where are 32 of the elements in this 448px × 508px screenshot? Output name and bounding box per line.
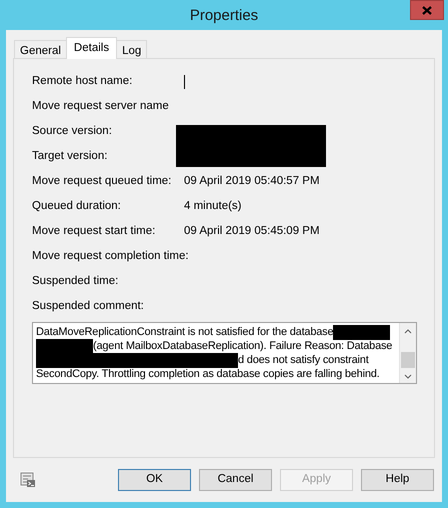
comment-text: (agent MailboxDatabaseReplication). Failure Reason: Database xyxy=(93,338,392,354)
field-value: 09 April 2019 05:40:57 PM xyxy=(184,174,320,189)
comment-text: d does not satisfy constraint xyxy=(238,352,369,368)
text-cursor xyxy=(184,74,185,88)
redaction-bar xyxy=(333,324,390,340)
field-label: Move request start time: xyxy=(32,224,156,239)
console-icon[interactable] xyxy=(20,472,36,488)
comment-text: SecondCopy. Throttling completion as database copies are falling behind. xyxy=(36,366,380,382)
close-button[interactable] xyxy=(410,0,444,20)
scrollbar[interactable] xyxy=(399,323,416,383)
field-label: Source version: xyxy=(32,124,113,139)
field-label: Queued duration: xyxy=(32,198,122,214)
scroll-thumb[interactable] xyxy=(401,352,415,368)
scroll-down-icon[interactable] xyxy=(404,374,412,379)
tab[interactable]: Details xyxy=(66,37,118,59)
comment-text: DataMoveReplicationConstraint is not satisfied for the database xyxy=(36,324,334,340)
field-label: Remote host name: xyxy=(32,74,134,89)
dialog-button[interactable]: OK xyxy=(118,469,191,491)
tab[interactable]: General xyxy=(14,40,67,58)
close-icon xyxy=(422,6,432,14)
window-title: Properties xyxy=(190,6,258,26)
field-value: 4 minute(s) xyxy=(184,198,242,214)
field-label: Suspended time: xyxy=(32,274,120,289)
field-label: Move request server name xyxy=(32,98,170,114)
field-value: 09 April 2019 05:45:09 PM xyxy=(184,224,320,239)
field-label: Move request queued time: xyxy=(32,174,172,189)
dialog-button[interactable]: Cancel xyxy=(199,469,272,491)
scroll-up-icon[interactable] xyxy=(404,329,412,334)
dialog-button[interactable]: Help xyxy=(361,469,434,491)
tab[interactable]: Log xyxy=(116,40,148,58)
field-label: Suspended comment: xyxy=(32,298,145,314)
field-label: Target version: xyxy=(32,148,108,164)
